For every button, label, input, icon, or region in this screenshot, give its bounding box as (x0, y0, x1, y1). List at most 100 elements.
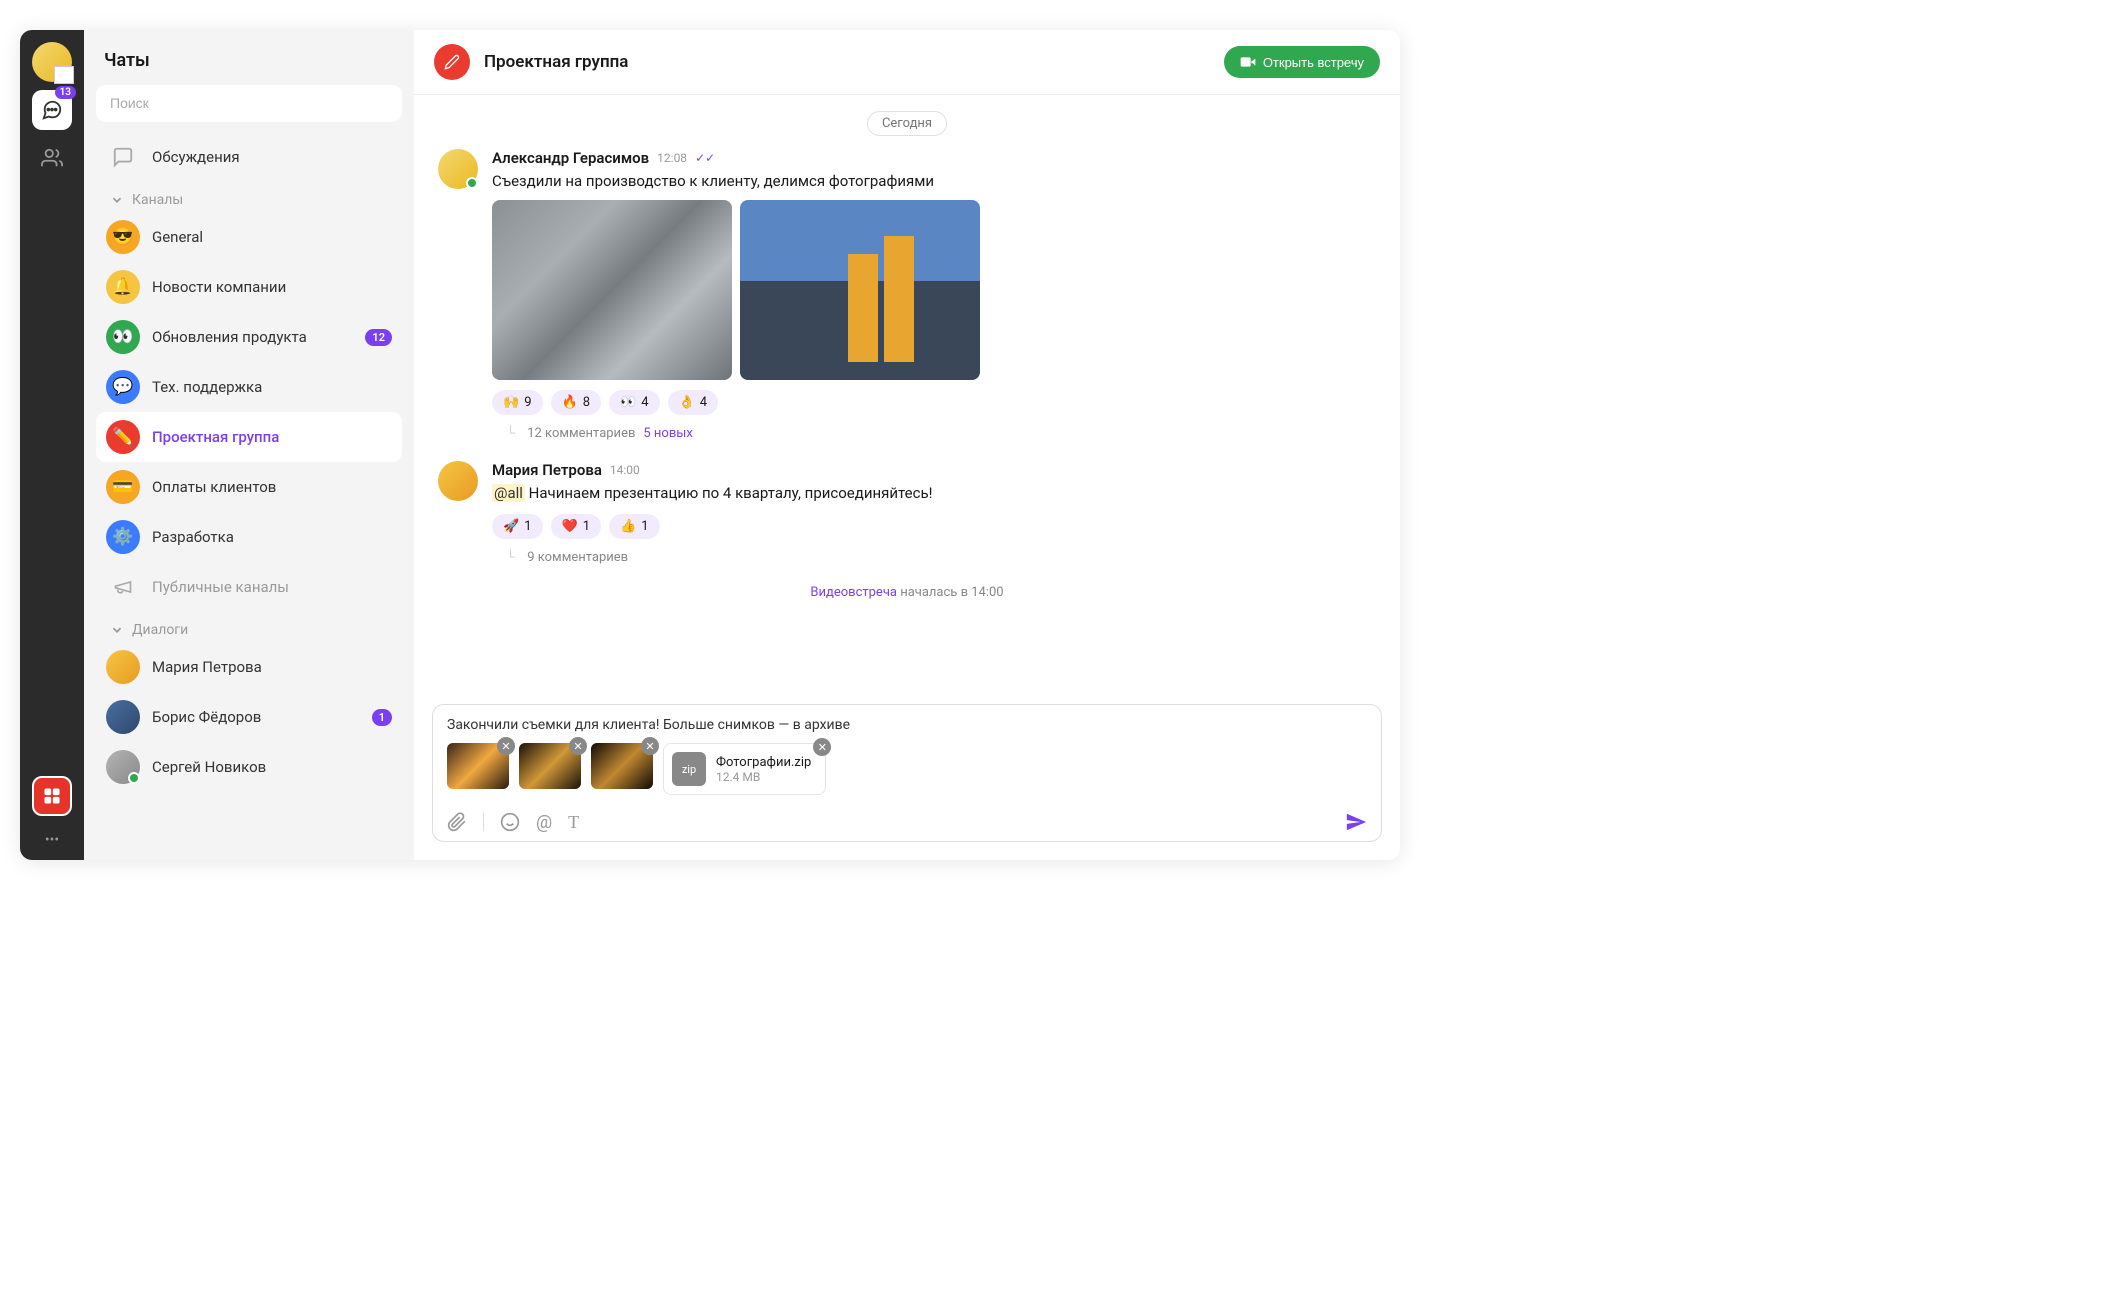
attached-thumbnail[interactable]: ✕ (447, 743, 509, 789)
reactions: 🚀1 ❤️1 👍1 (492, 514, 1376, 539)
channel-payments[interactable]: 💳 Оплаты клиентов (96, 462, 402, 512)
comments-thread[interactable]: 12 комментариев 5 новых (506, 425, 1376, 441)
send-button[interactable] (1345, 811, 1367, 833)
remove-attachment-button[interactable]: ✕ (569, 737, 587, 755)
reactions: 🙌9 🔥8 👀4 👌4 (492, 390, 1376, 415)
reaction[interactable]: 👍1 (609, 514, 660, 539)
reaction[interactable]: ❤️1 (551, 514, 602, 539)
text-format-icon[interactable]: T (568, 812, 579, 833)
app-logo-icon (42, 786, 62, 806)
video-link[interactable]: Видеовстреча (810, 585, 897, 600)
channel-project-group[interactable]: ✏️ Проектная группа (96, 412, 402, 462)
message-text: Съездили на производство к клиенту, дели… (492, 171, 1376, 192)
reaction[interactable]: 👀4 (609, 390, 660, 415)
channel-icon: 💬 (106, 370, 140, 404)
remove-attachment-button[interactable]: ✕ (813, 738, 831, 756)
attached-thumbnail[interactable]: ✕ (591, 743, 653, 789)
attached-file[interactable]: zip Фотографии.zip 12.4 MB ✕ (663, 743, 826, 795)
channel-support[interactable]: 💬 Тех. поддержка (96, 362, 402, 412)
open-meeting-button[interactable]: Открыть встречу (1224, 46, 1380, 78)
channel-icon: 😎 (106, 220, 140, 254)
more-menu[interactable]: ••• (45, 832, 59, 848)
avatar[interactable] (438, 461, 478, 501)
message-author[interactable]: Мария Петрова (492, 461, 602, 479)
channel-icon: ✏️ (106, 420, 140, 454)
sidebar-discussions[interactable]: Обсуждения (96, 132, 402, 182)
file-size: 12.4 MB (716, 770, 811, 784)
message-author[interactable]: Александр Герасимов (492, 149, 649, 167)
reaction[interactable]: 🔥8 (551, 390, 602, 415)
nav-contacts[interactable] (32, 138, 72, 178)
search-box[interactable] (96, 85, 402, 122)
file-name: Фотографии.zip (716, 755, 811, 770)
dialog-boris[interactable]: Борис Фёдоров 1 (96, 692, 402, 742)
message-time: 12:08 (657, 151, 687, 165)
chevron-down-icon (110, 623, 124, 637)
mention[interactable]: @all (492, 484, 525, 502)
channel-icon: 💳 (106, 470, 140, 504)
remove-attachment-button[interactable]: ✕ (641, 737, 659, 755)
channel-product[interactable]: 👀 Обновления продукта 12 (96, 312, 402, 362)
channel-icon: 🔔 (106, 270, 140, 304)
dialog-sergey[interactable]: Сергей Новиков (96, 742, 402, 792)
remove-attachment-button[interactable]: ✕ (497, 737, 515, 755)
unread-badge: 1 (372, 709, 392, 726)
app-switcher[interactable] (32, 776, 72, 816)
online-status-icon (466, 177, 478, 189)
message-text: @all Начинаем презентацию по 4 кварталу,… (492, 483, 1376, 504)
people-icon (41, 147, 63, 169)
date-separator: Сегодня (438, 115, 1376, 131)
dialogs-section-label: Диалоги (132, 622, 188, 638)
emoji-icon[interactable] (500, 812, 520, 832)
reaction[interactable]: 👌4 (668, 390, 719, 415)
attached-image[interactable] (740, 200, 980, 380)
search-input[interactable] (110, 95, 388, 111)
sidebar: Чаты Обсуждения Каналы 😎 General 🔔 Новос… (84, 30, 414, 860)
message: Александр Герасимов 12:08 ✓✓ Съездили на… (438, 149, 1376, 441)
sidebar-title: Чаты (96, 44, 402, 85)
paperclip-icon[interactable] (447, 812, 467, 832)
unread-badge: 12 (365, 329, 392, 346)
chat-messages: Сегодня Александр Герасимов 12:08 ✓✓ Съе… (414, 95, 1400, 704)
attachments-row: ✕ ✕ ✕ zip Фотографии.zip 12.4 MB ✕ (447, 743, 1367, 795)
chat-pane: Проектная группа Открыть встречу Сегодня… (414, 30, 1400, 860)
comments-thread[interactable]: 9 комментариев (506, 549, 1376, 565)
nav-chats[interactable]: 13 (32, 90, 72, 130)
read-receipt-icon: ✓✓ (695, 151, 715, 165)
message: Мария Петрова 14:00 @all Начинаем презен… (438, 461, 1376, 565)
chevron-down-icon (110, 193, 124, 207)
reaction[interactable]: 🙌9 (492, 390, 543, 415)
message-time: 14:00 (610, 463, 640, 477)
dialogs-section-header[interactable]: Диалоги (96, 612, 402, 642)
discussion-icon (106, 140, 140, 174)
avatar (106, 700, 140, 734)
zip-file-icon: zip (672, 752, 706, 786)
discussions-label: Обсуждения (152, 148, 392, 166)
chat-avatar[interactable] (434, 44, 470, 80)
composer-input[interactable]: Закончили съемки для клиента! Больше сни… (447, 717, 1367, 733)
nav-rail: 13 ••• (20, 30, 84, 860)
megaphone-icon (106, 570, 140, 604)
attached-image[interactable] (492, 200, 732, 380)
online-status-icon (128, 772, 140, 784)
attached-thumbnail[interactable]: ✕ (519, 743, 581, 789)
channels-section-header[interactable]: Каналы (96, 182, 402, 212)
avatar (106, 750, 140, 784)
chat-title: Проектная группа (484, 52, 1210, 72)
avatar (106, 650, 140, 684)
public-channels[interactable]: Публичные каналы (96, 562, 402, 612)
channel-dev[interactable]: ⚙️ Разработка (96, 512, 402, 562)
composer-toolbar: @ T (447, 805, 1367, 833)
channel-news[interactable]: 🔔 Новости компании (96, 262, 402, 312)
chats-unread-badge: 13 (55, 86, 76, 99)
channels-section-label: Каналы (132, 192, 183, 208)
channel-general[interactable]: 😎 General (96, 212, 402, 262)
avatar[interactable] (438, 149, 478, 189)
image-attachments (492, 200, 1376, 380)
reaction[interactable]: 🚀1 (492, 514, 543, 539)
mention-icon[interactable]: @ (536, 812, 552, 833)
dialog-maria[interactable]: Мария Петрова (96, 642, 402, 692)
speech-bubble-icon (41, 99, 63, 121)
channel-icon: ⚙️ (106, 520, 140, 554)
user-avatar[interactable] (32, 42, 72, 82)
